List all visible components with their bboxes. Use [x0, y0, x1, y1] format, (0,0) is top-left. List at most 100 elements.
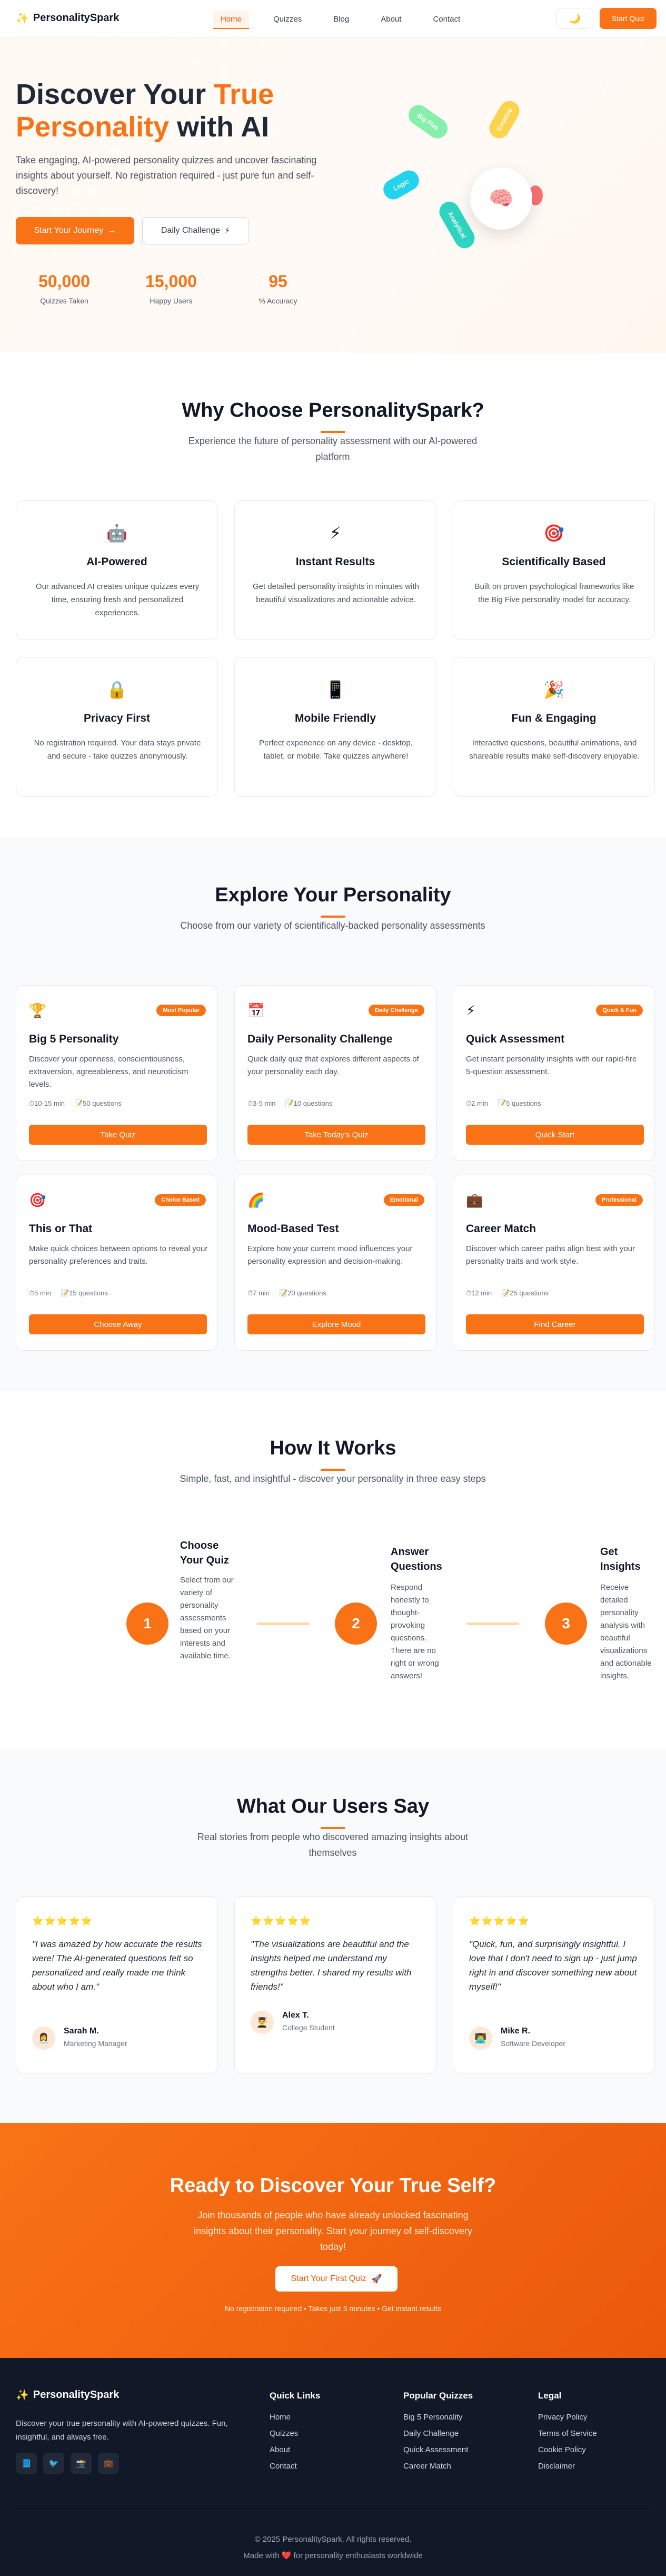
instagram-icon[interactable]: 📸: [71, 2453, 92, 2474]
footer-link[interactable]: Quizzes: [270, 2429, 320, 2438]
feature-card: 🤖 AI-Powered Our advanced AI creates uniqu…: [16, 500, 218, 640]
quiz-title: This or That: [29, 1223, 93, 1235]
nav-links: Home Quizzes Blog About Contact: [213, 11, 468, 29]
quiz-meta: ⏱2 min 📝5 questions: [466, 1099, 541, 1107]
testimonials-title: What Our Users Say: [236, 1795, 430, 1817]
footer-link[interactable]: Home: [270, 2413, 320, 2422]
footer-link[interactable]: Contact: [270, 2462, 320, 2471]
why-section: Why Choose PersonalitySpark? Experience …: [0, 353, 666, 838]
notes-icon: 📝: [497, 1099, 506, 1107]
avatar: 👩‍💼: [32, 2027, 55, 2050]
take-quiz-button[interactable]: Take Quiz: [29, 1125, 207, 1145]
avatar: 👨‍💻: [469, 2027, 492, 2050]
rocket-icon: 🚀: [371, 2275, 382, 2284]
step-description: Select from our variety of personality a…: [180, 1576, 234, 1660]
robot-icon: 🤖: [106, 524, 127, 543]
copyright: © 2025 PersonalitySpark. All rights rese…: [254, 2535, 412, 2544]
testimonial-card: ⭐⭐⭐⭐⭐ "Quick, fun, and surprisingly insi…: [453, 1896, 655, 2073]
quiz-card: 📅 Daily Challenge Daily Personality Chal…: [234, 985, 436, 1161]
star-rating: ⭐⭐⭐⭐⭐: [251, 1916, 312, 1926]
quiz-meta: ⏱7 min 📝20 questions: [247, 1289, 326, 1297]
testimonials-subtitle: Real stories from people who discovered …: [197, 1832, 469, 1858]
theme-toggle-button[interactable]: 🌙: [556, 8, 593, 29]
step-number: 1: [126, 1602, 168, 1645]
footer-link[interactable]: Disclaimer: [538, 2462, 597, 2471]
nav-link-contact[interactable]: Contact: [425, 11, 468, 29]
footer-link[interactable]: Career Match: [403, 2462, 473, 2471]
footer-link[interactable]: Cookie Policy: [538, 2445, 597, 2454]
lightning-icon: ⚡: [466, 1002, 476, 1018]
take-daily-quiz-button[interactable]: Take Today's Quiz: [247, 1125, 425, 1145]
how-subtitle: Simple, fast, and insightful - discover …: [180, 1473, 486, 1484]
rainbow-icon: 🌈: [247, 1192, 265, 1208]
cta-note: No registration required • Takes just 5 …: [224, 2304, 442, 2313]
twitter-icon[interactable]: 🐦: [43, 2453, 64, 2474]
testimonial-name: Alex T.: [282, 2011, 309, 2020]
avatar: 👨‍🎓: [251, 2011, 274, 2034]
stat-users: 15,000 Happy Users: [145, 272, 197, 305]
explore-mood-button[interactable]: Explore Mood: [247, 1314, 425, 1334]
quiz-description: Explore how your current mood influences…: [247, 1244, 413, 1266]
testimonials-section: What Our Users Say Real stories from peo…: [0, 1749, 666, 2123]
explore-section: Explore Your Personality Choose from our…: [0, 838, 666, 1391]
feature-card: 📱 Mobile Friendly Perfect experience on an…: [234, 657, 436, 797]
footer-link[interactable]: Daily Challenge: [403, 2429, 473, 2438]
target-icon: 🎯: [543, 524, 564, 543]
footer-tagline: Discover your true personality with AI-p…: [16, 2419, 228, 2442]
quiz-title: Mood-Based Test: [247, 1223, 339, 1235]
footer-col-quick-links: Quick Links Home Quizzes About Contact: [270, 2391, 321, 2471]
top-navbar: ✨ PersonalitySpark Home Quizzes Blog Abo…: [0, 0, 666, 38]
notes-icon: 📝: [279, 1289, 288, 1297]
how-section: How It Works Simple, fast, and insightfu…: [0, 1391, 666, 1749]
step-connector: [466, 1623, 519, 1625]
quick-start-button[interactable]: Quick Start: [466, 1125, 644, 1145]
quiz-card: 🌈 Emotional Mood-Based Test Explore how …: [234, 1175, 436, 1351]
hero-section: Discover Your True Personality with AI T…: [0, 38, 666, 353]
star-rating: ⭐⭐⭐⭐⭐: [32, 1916, 93, 1926]
nav-link-blog[interactable]: Blog: [326, 11, 356, 29]
cta-section: Ready to Discover Your True Self? Join t…: [0, 2123, 666, 2358]
sparkle-icon: ✨: [16, 2390, 29, 2401]
start-first-quiz-button[interactable]: Start Your First Quiz 🚀: [275, 2266, 397, 2292]
sparkle-icon: ✨: [16, 13, 29, 24]
explore-subtitle: Choose from our variety of scientificall…: [180, 920, 485, 931]
start-quiz-button[interactable]: Start Quiz: [600, 8, 657, 29]
quiz-badge: Daily Challenge: [369, 1005, 424, 1016]
quiz-card: 🎯 Choice Based This or That Make quick c…: [16, 1175, 218, 1351]
nav-link-home[interactable]: Home: [213, 11, 250, 29]
footer: ✨ PersonalitySpark Discover your true per…: [0, 2358, 666, 2576]
trait-pill: Creative: [485, 97, 523, 142]
cta-text: Join thousands of people who have alread…: [194, 2210, 472, 2252]
footer-link[interactable]: About: [270, 2445, 320, 2454]
stat-accuracy: 95% Accuracy: [259, 272, 297, 305]
nav-link-quizzes[interactable]: Quizzes: [266, 11, 309, 29]
quiz-badge: Choice Based: [155, 1194, 206, 1206]
step-number: 3: [545, 1602, 587, 1645]
choose-away-button[interactable]: Choose Away: [29, 1314, 207, 1334]
facebook-icon[interactable]: 📘: [16, 2453, 37, 2474]
footer-link[interactable]: Quick Assessment: [403, 2445, 473, 2454]
lightning-icon: ⚡: [224, 227, 231, 235]
start-journey-button[interactable]: Start Your Journey →: [16, 217, 134, 244]
nav-link-about[interactable]: About: [373, 11, 409, 29]
footer-link[interactable]: Privacy Policy: [538, 2413, 597, 2422]
why-subtitle: Experience the future of personality ass…: [188, 436, 478, 462]
quiz-badge: Most Popular: [156, 1005, 206, 1016]
step-title: Get Insights: [600, 1546, 641, 1572]
find-career-button[interactable]: Find Career: [466, 1314, 644, 1334]
footer-link[interactable]: Terms of Service: [538, 2429, 597, 2438]
trophy-icon: 🏆: [29, 1002, 46, 1018]
footer-link[interactable]: Big 5 Personality: [403, 2413, 473, 2422]
trait-pill: Logic: [380, 166, 423, 203]
briefcase-icon: 💼: [466, 1192, 483, 1208]
quiz-description: Discover which career paths align best w…: [466, 1244, 635, 1266]
footer-brand: ✨ PersonalitySpark: [16, 2389, 120, 2401]
target-icon: 🎯: [29, 1192, 46, 1208]
linkedin-icon[interactable]: 💼: [98, 2453, 119, 2474]
lightning-icon: ⚡: [329, 524, 342, 543]
testimonial-card: ⭐⭐⭐⭐⭐ "I was amazed by how accurate the …: [16, 1896, 218, 2073]
arrow-right-icon: →: [107, 226, 116, 235]
brand-logo[interactable]: ✨ PersonalitySpark: [16, 12, 119, 25]
testimonial-role: Software Developer: [501, 2039, 565, 2048]
daily-challenge-button[interactable]: Daily Challenge ⚡: [142, 217, 249, 244]
